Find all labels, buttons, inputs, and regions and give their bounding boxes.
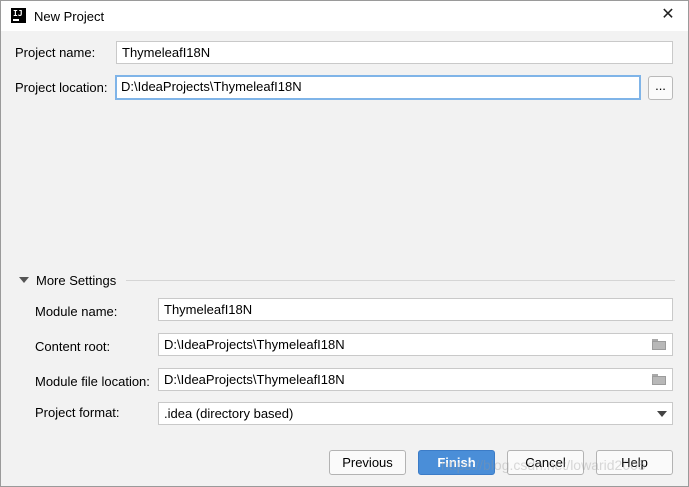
- module-file-location-label: Module file location:: [35, 374, 150, 389]
- cancel-button[interactable]: Cancel: [507, 450, 584, 475]
- folder-icon[interactable]: [652, 374, 666, 385]
- title-bar: IJ New Project ✕: [1, 1, 688, 31]
- more-settings-divider: [126, 280, 675, 281]
- module-file-location-input[interactable]: D:\IdeaProjects\ThymeleafI18N: [158, 368, 673, 391]
- more-settings-toggle[interactable]: More Settings: [36, 273, 116, 288]
- finish-button[interactable]: Finish: [418, 450, 495, 475]
- module-name-label: Module name:: [35, 304, 118, 319]
- project-format-select[interactable]: .idea (directory based): [158, 402, 673, 425]
- content-root-label: Content root:: [35, 339, 111, 354]
- window-title: New Project: [34, 9, 105, 24]
- content-root-input[interactable]: D:\IdeaProjects\ThymeleafI18N: [158, 333, 673, 356]
- new-project-dialog: IJ New Project ✕ Project name: Thymeleaf…: [0, 0, 689, 487]
- dropdown-arrow-icon[interactable]: [657, 411, 667, 417]
- previous-button[interactable]: Previous: [329, 450, 406, 475]
- close-icon[interactable]: ✕: [660, 7, 676, 23]
- module-name-input[interactable]: ThymeleafI18N: [158, 298, 673, 321]
- project-name-label: Project name:: [15, 45, 96, 60]
- project-location-input[interactable]: D:\IdeaProjects\ThymeleafI18N: [115, 75, 641, 100]
- browse-location-button[interactable]: ...: [648, 76, 673, 100]
- content-root-value: D:\IdeaProjects\ThymeleafI18N: [164, 337, 345, 352]
- help-button[interactable]: Help: [596, 450, 673, 475]
- intellij-app-icon: IJ: [11, 8, 26, 23]
- module-file-location-value: D:\IdeaProjects\ThymeleafI18N: [164, 372, 345, 387]
- project-format-label: Project format:: [35, 405, 120, 420]
- collapse-triangle-icon[interactable]: [19, 277, 29, 283]
- project-location-label: Project location:: [15, 80, 108, 95]
- project-format-value: .idea (directory based): [164, 406, 294, 421]
- project-name-input[interactable]: ThymeleafI18N: [116, 41, 673, 64]
- folder-icon[interactable]: [652, 339, 666, 350]
